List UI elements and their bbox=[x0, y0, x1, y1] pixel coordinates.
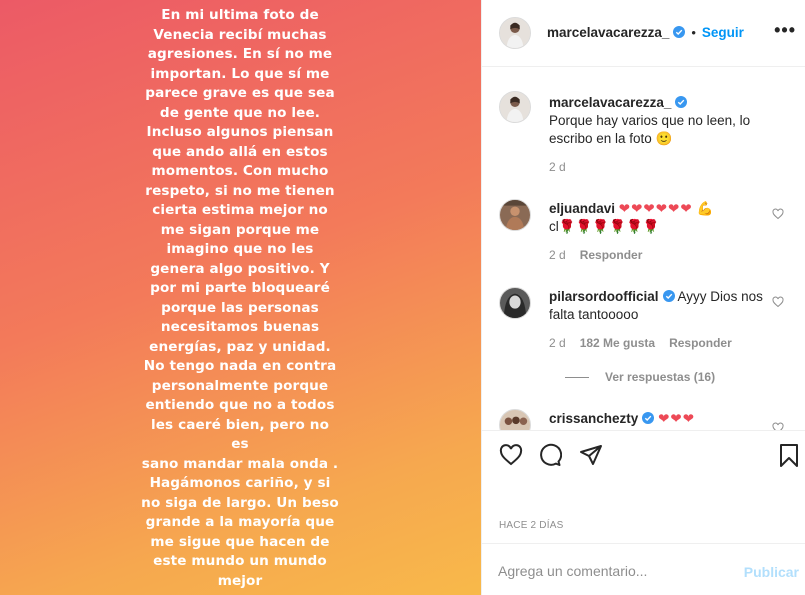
comments-list[interactable]: marcelavacarezza_ Porque hay varios que … bbox=[482, 68, 805, 430]
verified-badge-icon bbox=[662, 290, 675, 302]
view-replies-button[interactable]: Ver respuestas (16) bbox=[565, 370, 715, 384]
post-time-ago[interactable]: HACE 2 DÍAS bbox=[499, 520, 563, 531]
commenter-avatar[interactable] bbox=[499, 409, 531, 430]
view-replies-label: Ver respuestas (16) bbox=[605, 370, 716, 384]
share-plane-icon[interactable] bbox=[579, 443, 603, 467]
comment-meta: 2 d 182 Me gusta Responder bbox=[549, 336, 732, 350]
comment-arm-emoji: 💪 bbox=[696, 201, 714, 216]
post-image[interactable]: En mi ultima foto de Venecia recibí much… bbox=[0, 0, 481, 595]
caption-username[interactable]: marcelavacarezza_ bbox=[549, 95, 671, 110]
comment-username[interactable]: pilarsordoofficial bbox=[549, 289, 659, 304]
like-heart-icon[interactable] bbox=[499, 443, 523, 467]
comment-username[interactable]: eljuandavi bbox=[549, 201, 615, 216]
more-options-icon[interactable]: ••• bbox=[774, 21, 796, 39]
comment-item: pilarsordoofficial Ayyy Dios nos falta t… bbox=[498, 286, 798, 396]
reply-button[interactable]: Responder bbox=[669, 336, 732, 350]
caption-body: marcelavacarezza_ Porque hay varios que … bbox=[549, 94, 779, 148]
comment-roses: 🌹🌹🌹🌹🌹🌹 bbox=[558, 219, 660, 234]
author-username[interactable]: marcelavacarezza_ bbox=[547, 25, 669, 40]
publish-button[interactable]: Publicar bbox=[744, 564, 799, 580]
comment-body: crissanchezty ❤❤❤ bbox=[549, 410, 774, 428]
commenter-avatar-image bbox=[500, 410, 530, 430]
comment-text-prefix: cl bbox=[549, 219, 559, 234]
save-bookmark-icon[interactable] bbox=[777, 443, 801, 467]
like-comment-heart-icon[interactable] bbox=[772, 422, 784, 430]
post-image-text: En mi ultima foto de Venecia recibí much… bbox=[141, 7, 339, 589]
commenter-avatar-image bbox=[500, 200, 530, 230]
like-comment-heart-icon[interactable] bbox=[772, 296, 784, 308]
comment-composer: Publicar bbox=[482, 543, 805, 595]
post-actions bbox=[482, 430, 805, 476]
comment-body: eljuandavi ❤❤❤❤❤❤ 💪 cl🌹🌹🌹🌹🌹🌹 bbox=[549, 200, 774, 236]
caption-item: marcelavacarezza_ Porque hay varios que … bbox=[498, 90, 798, 180]
verified-badge-icon bbox=[642, 412, 655, 424]
comment-hearts: ❤❤❤ bbox=[658, 411, 696, 426]
caption-text: Porque hay varios que no leen, lo escrib… bbox=[549, 113, 751, 146]
author-avatar[interactable] bbox=[499, 17, 531, 49]
comment-input[interactable] bbox=[498, 558, 728, 584]
author-line: marcelavacarezza_ • Seguir bbox=[547, 24, 744, 42]
post-side-panel: marcelavacarezza_ • Seguir ••• marcelavaca… bbox=[481, 0, 805, 595]
comment-item: crissanchezty ❤❤❤ bbox=[498, 408, 798, 430]
author-avatar-image bbox=[500, 18, 530, 48]
separator-dot: • bbox=[691, 25, 696, 40]
comment-hearts: ❤❤❤❤❤❤ bbox=[618, 201, 693, 216]
verified-badge-icon bbox=[675, 96, 688, 108]
comment-meta: 2 d Responder bbox=[549, 248, 642, 262]
follow-button[interactable]: Seguir bbox=[702, 25, 744, 40]
commenter-avatar-image bbox=[500, 288, 530, 318]
verified-badge-icon bbox=[673, 26, 686, 38]
post-header: marcelavacarezza_ • Seguir ••• bbox=[482, 0, 805, 67]
comment-time[interactable]: 2 d bbox=[549, 336, 566, 350]
caption-avatar[interactable] bbox=[499, 91, 531, 123]
comment-bubble-icon[interactable] bbox=[538, 443, 562, 467]
caption-time[interactable]: 2 d bbox=[549, 160, 566, 174]
commenter-avatar[interactable] bbox=[499, 287, 531, 319]
like-comment-heart-icon[interactable] bbox=[772, 208, 784, 220]
replies-divider bbox=[565, 377, 589, 379]
comment-body: pilarsordoofficial Ayyy Dios nos falta t… bbox=[549, 288, 774, 324]
comment-time[interactable]: 2 d bbox=[549, 248, 566, 262]
comment-item: eljuandavi ❤❤❤❤❤❤ 💪 cl🌹🌹🌹🌹🌹🌹 2 d Responde… bbox=[498, 198, 798, 268]
caption-avatar-image bbox=[500, 92, 530, 122]
comment-likes[interactable]: 182 Me gusta bbox=[580, 336, 655, 350]
comment-username[interactable]: crissanchezty bbox=[549, 411, 638, 426]
reply-button[interactable]: Responder bbox=[580, 248, 643, 262]
commenter-avatar[interactable] bbox=[499, 199, 531, 231]
